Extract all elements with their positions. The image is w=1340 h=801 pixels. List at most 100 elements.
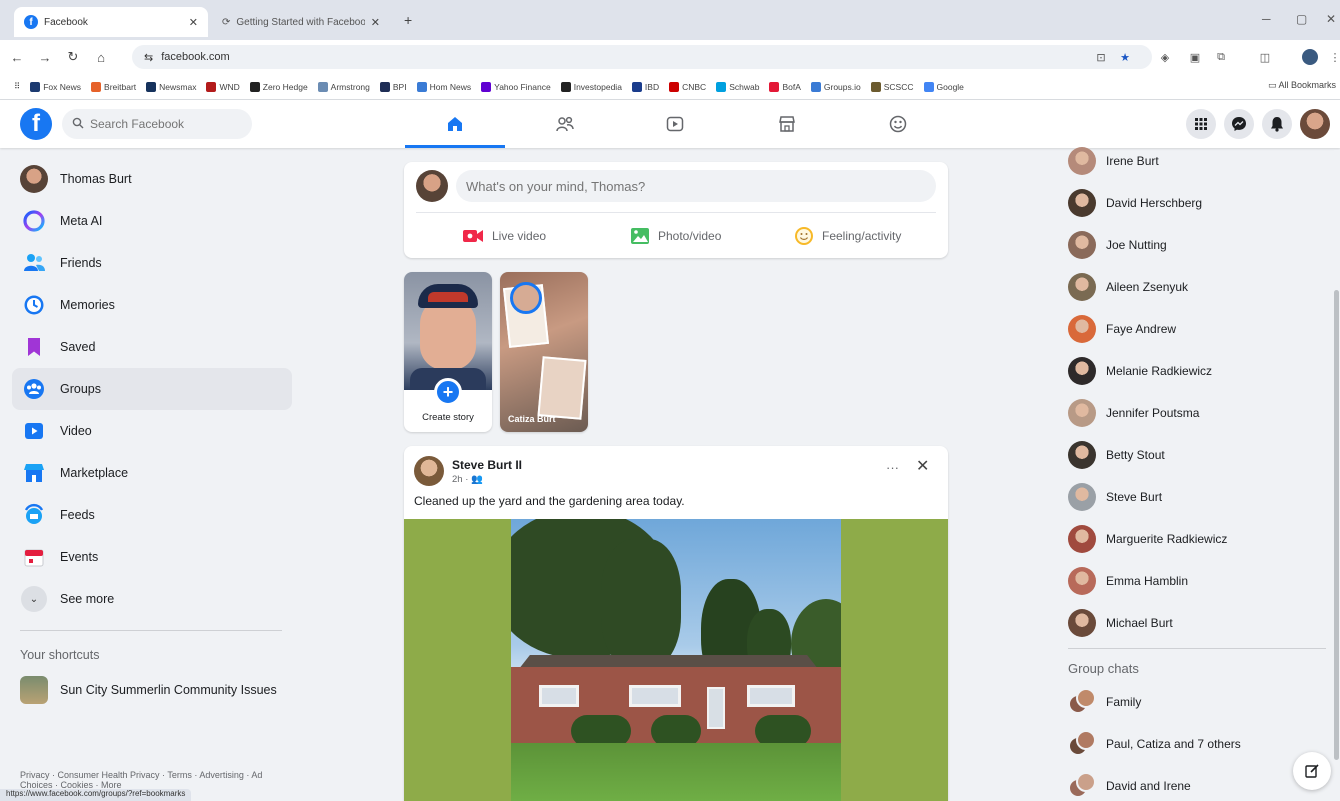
bookmark-item[interactable]: Google [923,81,964,92]
nav-home[interactable] [405,100,505,148]
bookmark-item[interactable]: WND [206,81,240,92]
account-avatar[interactable] [1300,109,1330,139]
contact-item[interactable]: David Herschberg [1062,182,1332,224]
shortcut-item[interactable]: Sun City Summerlin Community Issues [12,669,292,711]
sidebar-item-saved[interactable]: Saved [12,326,292,368]
footer-links[interactable]: Privacy · Consumer Health Privacy · Term… [20,770,290,790]
group-chat-item[interactable]: Family [1062,681,1332,723]
bookmark-item[interactable]: Zero Hedge [249,81,308,92]
sidebar-item-memories[interactable]: Memories [12,284,292,326]
scrollbar-thumb[interactable] [1334,290,1339,760]
nav-friends[interactable] [515,100,615,148]
facebook-logo[interactable]: f [20,108,52,140]
create-story-card[interactable]: + Create story [404,272,492,432]
side-panel-icon[interactable]: ◫ [1258,51,1272,65]
group-chat-item[interactable]: Paul, Catiza and 7 others [1062,723,1332,765]
bookmark-item[interactable]: Investopedia [560,81,622,92]
browser-tab-getting-started[interactable]: ⟳ Getting Started with Facebook ✕ [212,7,390,37]
browser-profile-icon[interactable] [1302,49,1318,65]
bookmark-item[interactable]: Groups.io [810,81,861,92]
bookmark-star-icon[interactable]: ★ [1118,51,1132,65]
feed-post: Steve Burt II 2h · 👥 ··· ✕ Cleaned up th… [404,446,948,801]
close-tab-icon[interactable]: ✕ [189,16,198,29]
post-time[interactable]: 2h · [452,474,468,485]
add-story-icon[interactable]: + [434,378,462,406]
bookmark-item[interactable]: Schwab [716,81,759,92]
browser-tab-facebook[interactable]: f Facebook ✕ [14,7,208,37]
contact-item[interactable]: Marguerite Radkiewicz [1062,518,1332,560]
extension-icon[interactable]: ▣ [1188,51,1202,65]
sidebar-item-feeds[interactable]: Feeds [12,494,292,536]
sidebar-item-events[interactable]: Events [12,536,292,578]
messenger-button[interactable] [1224,109,1254,139]
extension-shield-icon[interactable]: ◈ [1158,51,1172,65]
contact-item[interactable]: Emma Hamblin [1062,560,1332,602]
contact-item[interactable]: Michael Burt [1062,602,1332,644]
apps-icon[interactable]: ⠿ [14,81,20,92]
site-info-icon[interactable]: ⇆ [144,51,153,64]
sidebar-item-groups[interactable]: Groups [12,368,292,410]
close-tab-icon[interactable]: ✕ [371,16,380,29]
forward-icon[interactable]: → [34,50,56,65]
maximize-icon[interactable]: ▢ [1296,12,1307,26]
back-icon[interactable]: ← [6,50,28,65]
photo-video-button[interactable]: Photo/video [630,222,721,250]
home-icon[interactable]: ⌂ [90,50,112,65]
sidebar-item-video[interactable]: Video [12,410,292,452]
contact-item[interactable]: Aileen Zsenyuk [1062,266,1332,308]
avatar[interactable] [414,456,444,486]
feeling-activity-button[interactable]: Feeling/activity [794,222,901,250]
contact-item[interactable]: Steve Burt [1062,476,1332,518]
bookmark-label: CNBC [682,81,707,92]
nav-marketplace[interactable] [737,100,837,148]
search-input[interactable] [62,109,252,139]
notifications-button[interactable] [1262,109,1292,139]
contact-item[interactable]: Faye Andrew [1062,308,1332,350]
sidebar-item-profile[interactable]: Thomas Burt [12,158,292,200]
minimize-icon[interactable]: ─ [1262,12,1271,26]
bookmark-item[interactable]: BPI [379,81,407,92]
window-close-icon[interactable]: ✕ [1326,12,1336,26]
post-image[interactable] [404,519,948,801]
nav-video[interactable] [625,100,725,148]
contact-item[interactable]: Jennifer Poutsma [1062,392,1332,434]
contact-item[interactable]: Joe Nutting [1062,224,1332,266]
contact-item[interactable]: Betty Stout [1062,434,1332,476]
contact-item[interactable]: Melanie Radkiewicz [1062,350,1332,392]
avatar [1068,399,1096,427]
group-chat-name: Paul, Catiza and 7 others [1106,737,1241,751]
browser-menu-icon[interactable]: ⋮ [1328,51,1340,65]
group-chat-item[interactable]: David and Irene [1062,765,1332,801]
translate-icon[interactable]: ⊡ [1094,51,1108,65]
post-author[interactable]: Steve Burt II [452,458,522,472]
bookmark-item[interactable]: Newsmax [146,81,196,92]
sidebar-item-meta-ai[interactable]: Meta AI [12,200,292,242]
hide-post-icon[interactable]: ✕ [916,456,929,476]
friend-story-card[interactable]: Catiza Burt [500,272,588,432]
bookmark-item[interactable]: IBD [631,81,659,92]
all-bookmarks[interactable]: ▭ All Bookmarks [1261,80,1336,91]
see-more-button[interactable]: ⌄ See more [12,578,292,620]
new-message-button[interactable] [1293,752,1331,790]
more-options-icon[interactable]: ··· [886,460,899,475]
nav-gaming[interactable] [848,100,948,148]
sidebar-item-friends[interactable]: Friends [12,242,292,284]
bookmark-item[interactable]: BofA [769,81,801,92]
status-input[interactable] [456,170,936,202]
new-tab-icon[interactable]: + [404,12,412,28]
bookmark-item[interactable]: CNBC [669,81,707,92]
contact-item[interactable]: Irene Burt [1062,140,1332,182]
sidebar-item-marketplace[interactable]: Marketplace [12,452,292,494]
bookmark-item[interactable]: Fox News [30,81,81,92]
address-bar[interactable]: ⇆ facebook.com [132,45,1152,69]
live-video-button[interactable]: Live video [462,222,546,250]
bookmark-label: WND [219,81,240,92]
bookmark-item[interactable]: Yahoo Finance [481,81,551,92]
reload-icon[interactable]: ↻ [62,49,84,65]
bookmark-item[interactable]: Hom News [416,81,471,92]
bookmark-item[interactable]: Breitbart [91,81,136,92]
menu-button[interactable] [1186,109,1216,139]
bookmark-item[interactable]: Armstrong [317,81,370,92]
bookmark-item[interactable]: SCSCC [870,81,914,92]
puzzle-icon[interactable]: ⧉ [1214,51,1228,65]
